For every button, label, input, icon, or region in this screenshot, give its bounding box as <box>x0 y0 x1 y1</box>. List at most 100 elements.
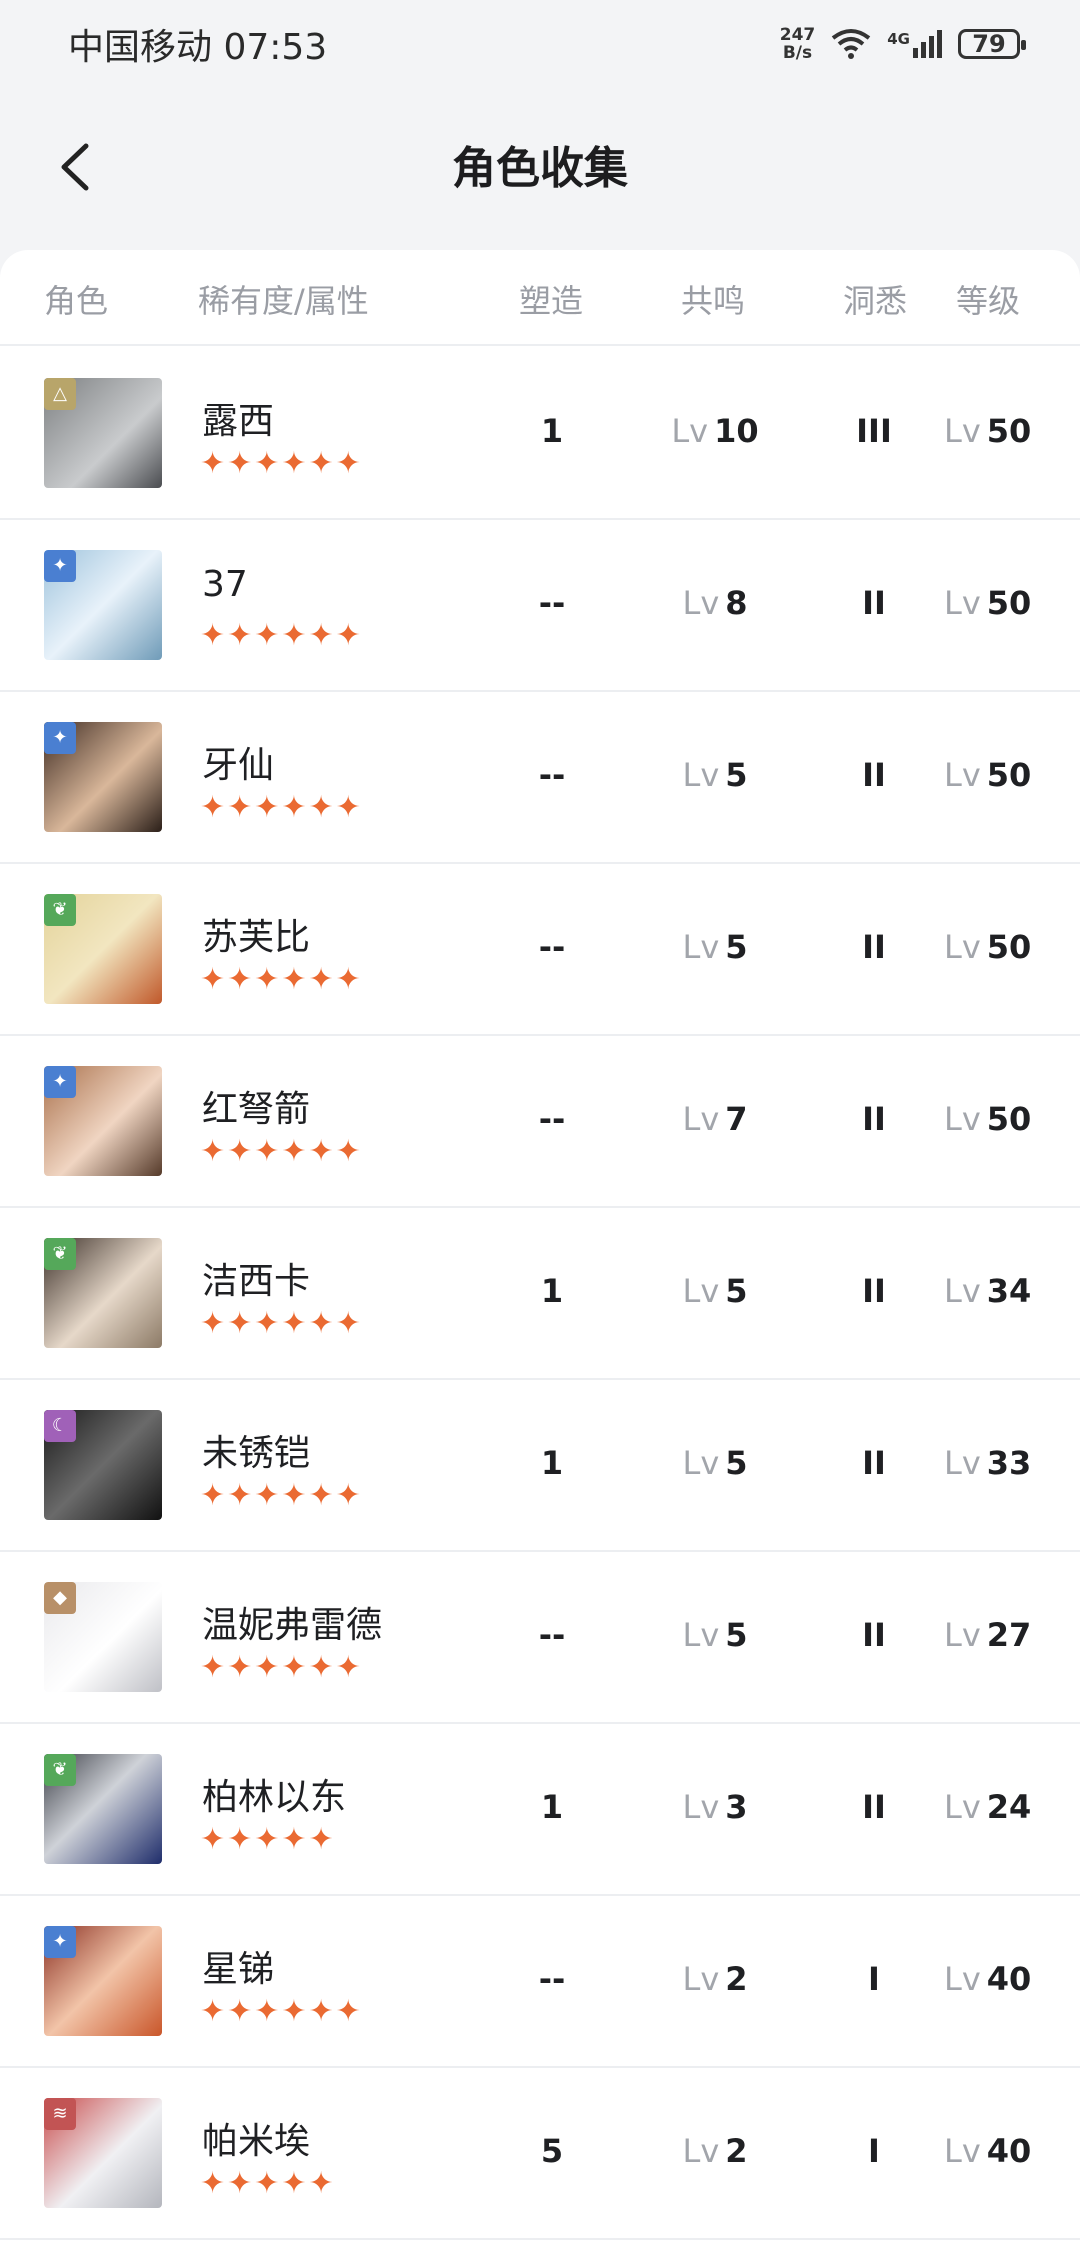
character-row[interactable]: ☾ 未锈铠 ✦✦✦✦✦✦ 1 Lv 5 II Lv 33 <box>0 1378 1080 1552</box>
resonance-value: Lv 10 <box>640 412 790 450</box>
character-row[interactable]: ❦ 洁西卡 ✦✦✦✦✦✦ 1 Lv 5 II Lv 34 <box>0 1206 1080 1380</box>
lv-prefix: Lv <box>944 1444 981 1482</box>
level-value: Lv 50 <box>944 1100 1064 1138</box>
insight-value: II <box>862 1272 886 1310</box>
carrier-time: 中国移动 07:53 <box>68 27 328 68</box>
resonance-value: Lv 5 <box>640 928 790 966</box>
resonance-value: Lv 2 <box>640 2132 790 2170</box>
character-avatar: ❦ <box>44 1754 162 1864</box>
lv-prefix: Lv <box>944 412 981 450</box>
character-level: 34 <box>986 1272 1032 1310</box>
resonance-value: Lv 5 <box>640 1444 790 1482</box>
shape-value: -- <box>538 584 566 622</box>
lv-prefix: Lv <box>682 1100 720 1138</box>
character-avatar: ✦ <box>44 1926 162 2036</box>
moon-icon: ☾ <box>44 1410 76 1442</box>
mineral-icon: ◆ <box>44 1582 76 1614</box>
rarity-stars: ✦✦✦✦✦✦ <box>200 446 363 481</box>
cell-signal-icon: 4G <box>887 30 942 58</box>
character-row[interactable]: ❦ 柏林以东 ✦✦✦✦✦ 1 Lv 3 II Lv 24 <box>0 1722 1080 1896</box>
lv-prefix: Lv <box>682 928 720 966</box>
insight-value: II <box>862 1788 886 1826</box>
character-avatar: ✦ <box>44 550 162 660</box>
rarity-stars: ✦✦✦✦✦✦ <box>200 618 363 653</box>
character-avatar: ✦ <box>44 1066 162 1176</box>
shape-value: -- <box>538 1960 566 1998</box>
table-header: 角色 稀有度/属性 塑造 共鸣 洞悉 等级 <box>0 250 1080 346</box>
character-level: 50 <box>986 584 1032 622</box>
character-name: 牙仙 <box>202 745 275 786</box>
status-bar: 中国移动 07:53 247 B/s 4G 79 <box>0 0 1080 92</box>
cosmic-icon: ✦ <box>44 550 76 582</box>
rarity-stars: ✦✦✦✦✦ <box>200 2166 336 2201</box>
col-character: 角色 <box>44 282 109 320</box>
page-title: 角色收集 <box>452 143 628 194</box>
character-list-card: 角色 稀有度/属性 塑造 共鸣 洞悉 等级 △ 露西 ✦✦✦✦✦✦ 1 Lv 10… <box>0 250 1080 2250</box>
character-level: 50 <box>986 1100 1032 1138</box>
rarity-stars: ✦✦✦✦✦✦ <box>200 1306 363 1341</box>
resonance-level: 5 <box>725 1272 748 1310</box>
beast-icon: ≋ <box>44 2098 76 2130</box>
character-level: 40 <box>986 1960 1032 1998</box>
resonance-value: Lv 5 <box>640 1616 790 1654</box>
lv-prefix: Lv <box>944 584 981 622</box>
character-avatar: ◆ <box>44 1582 162 1692</box>
status-icons: 247 B/s 4G 79 <box>779 25 1026 62</box>
character-row[interactable]: ✦ 星锑 ✦✦✦✦✦✦ -- Lv 2 I Lv 40 <box>0 1894 1080 2068</box>
rarity-stars: ✦✦✦✦✦ <box>200 1822 336 1857</box>
cosmic-icon: ✦ <box>44 1926 76 1958</box>
header: 角色收集 <box>0 92 1080 244</box>
character-row[interactable]: △ 露西 ✦✦✦✦✦✦ 1 Lv 10 III Lv 50 <box>0 346 1080 520</box>
level-value: Lv 50 <box>944 584 1064 622</box>
lv-prefix: Lv <box>682 756 720 794</box>
character-avatar: ≋ <box>44 2098 162 2208</box>
character-row[interactable]: ✦ 牙仙 ✦✦✦✦✦✦ -- Lv 5 II Lv 50 <box>0 690 1080 864</box>
shape-value: 1 <box>540 1444 564 1482</box>
shape-value: 1 <box>540 1788 564 1826</box>
lv-prefix: Lv <box>682 1960 720 1998</box>
resonance-level: 2 <box>725 2132 748 2170</box>
level-value: Lv 33 <box>944 1444 1064 1482</box>
net-speed-value: 247 <box>779 25 816 45</box>
wifi-icon <box>832 29 871 59</box>
character-avatar: ❦ <box>44 1238 162 1348</box>
cosmic-icon: ✦ <box>44 1066 76 1098</box>
character-row[interactable]: ✦ 37 ✦✦✦✦✦✦ -- Lv 8 II Lv 50 <box>0 518 1080 692</box>
character-row[interactable]: ≋ 帕米埃 ✦✦✦✦✦ 5 Lv 2 I Lv 40 <box>0 2066 1080 2240</box>
character-level: 24 <box>986 1788 1032 1826</box>
insight-value: II <box>862 928 886 966</box>
character-level: 27 <box>986 1616 1032 1654</box>
battery-icon: 79 <box>958 29 1026 59</box>
character-name: 星锑 <box>202 1949 275 1990</box>
cosmic-icon: ✦ <box>44 722 76 754</box>
lv-prefix: Lv <box>682 2132 720 2170</box>
rarity-stars: ✦✦✦✦✦✦ <box>200 790 363 825</box>
shape-value: -- <box>538 1616 566 1654</box>
character-level: 50 <box>986 412 1032 450</box>
resonance-level: 5 <box>725 756 748 794</box>
level-value: Lv 50 <box>944 928 1064 966</box>
character-row[interactable]: ✦ 红弩箭 ✦✦✦✦✦✦ -- Lv 7 II Lv 50 <box>0 1034 1080 1208</box>
insight-value: II <box>862 1444 886 1482</box>
character-level: 50 <box>986 756 1032 794</box>
character-row[interactable]: ❦ 苏芙比 ✦✦✦✦✦✦ -- Lv 5 II Lv 50 <box>0 862 1080 1036</box>
shape-value: -- <box>538 756 566 794</box>
lv-prefix: Lv <box>682 1272 720 1310</box>
character-name: 温妮弗雷德 <box>202 1605 383 1646</box>
rarity-stars: ✦✦✦✦✦✦ <box>200 1134 363 1169</box>
rarity-stars: ✦✦✦✦✦✦ <box>200 1478 363 1513</box>
lv-prefix: Lv <box>944 1100 981 1138</box>
resonance-value: Lv 2 <box>640 1960 790 1998</box>
level-value: Lv 40 <box>944 2132 1064 2170</box>
level-value: Lv 40 <box>944 1960 1064 1998</box>
rarity-stars: ✦✦✦✦✦✦ <box>200 962 363 997</box>
insight-value: I <box>868 2132 880 2170</box>
lv-prefix: Lv <box>944 1616 981 1654</box>
character-row[interactable]: ◆ 温妮弗雷德 ✦✦✦✦✦✦ -- Lv 5 II Lv 27 <box>0 1550 1080 1724</box>
lv-prefix: Lv <box>671 412 709 450</box>
shape-value: -- <box>538 928 566 966</box>
resonance-value: Lv 5 <box>640 1272 790 1310</box>
character-name: 未锈铠 <box>202 1433 311 1474</box>
lv-prefix: Lv <box>682 1444 720 1482</box>
shape-value: -- <box>538 1100 566 1138</box>
